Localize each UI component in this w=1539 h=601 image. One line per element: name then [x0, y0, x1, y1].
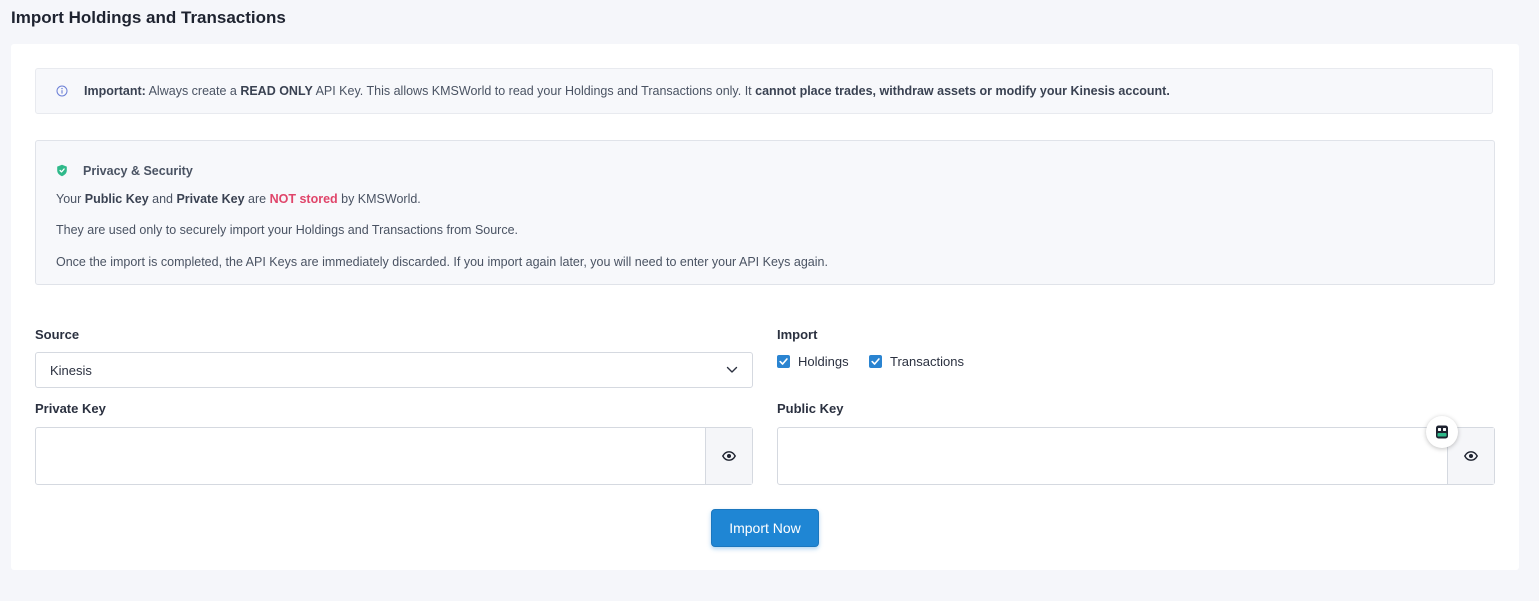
source-selected-value: Kinesis	[50, 363, 92, 378]
import-now-button[interactable]: Import Now	[711, 509, 819, 547]
transactions-label[interactable]: Transactions	[890, 354, 964, 369]
transactions-checkbox-box[interactable]	[869, 355, 882, 368]
page-title: Import Holdings and Transactions	[11, 8, 286, 27]
public-key-input[interactable]	[778, 428, 1449, 484]
checkmark-icon	[779, 358, 788, 365]
important-notice: Important: Always create a READ ONLY API…	[35, 68, 1493, 114]
shield-icon	[57, 164, 67, 177]
private-key-field	[35, 427, 753, 485]
private-key-visibility-toggle[interactable]	[705, 428, 752, 484]
public-key-field	[777, 427, 1495, 485]
holdings-label[interactable]: Holdings	[798, 354, 849, 369]
import-card: Important: Always create a READ ONLY API…	[11, 44, 1519, 570]
eye-icon	[722, 451, 736, 461]
privacy-security-panel: Privacy & Security Your Public Key and P…	[35, 140, 1495, 285]
notice-text: Important: Always create a READ ONLY API…	[84, 84, 1170, 98]
privacy-title: Privacy & Security	[83, 164, 193, 178]
private-key-label: Private Key	[35, 401, 106, 416]
privacy-line-discard: Once the import is completed, the API Ke…	[56, 255, 828, 269]
info-icon	[56, 85, 68, 97]
not-stored-highlight: NOT stored	[269, 192, 338, 206]
source-label: Source	[35, 327, 80, 342]
checkmark-icon	[871, 358, 880, 365]
assistant-bot-button[interactable]	[1426, 416, 1458, 448]
holdings-checkbox-box[interactable]	[777, 355, 790, 368]
import-label: Import	[777, 327, 818, 342]
source-select[interactable]: Kinesis	[35, 352, 753, 388]
private-key-input[interactable]	[36, 428, 707, 484]
chevron-down-icon	[726, 366, 738, 373]
eye-icon	[1464, 451, 1478, 461]
robot-icon	[1436, 425, 1448, 439]
privacy-line-storage: Your Public Key and Private Key are NOT …	[56, 192, 421, 206]
privacy-line-usage: They are used only to securely import yo…	[56, 223, 519, 237]
public-key-label: Public Key	[777, 401, 844, 416]
